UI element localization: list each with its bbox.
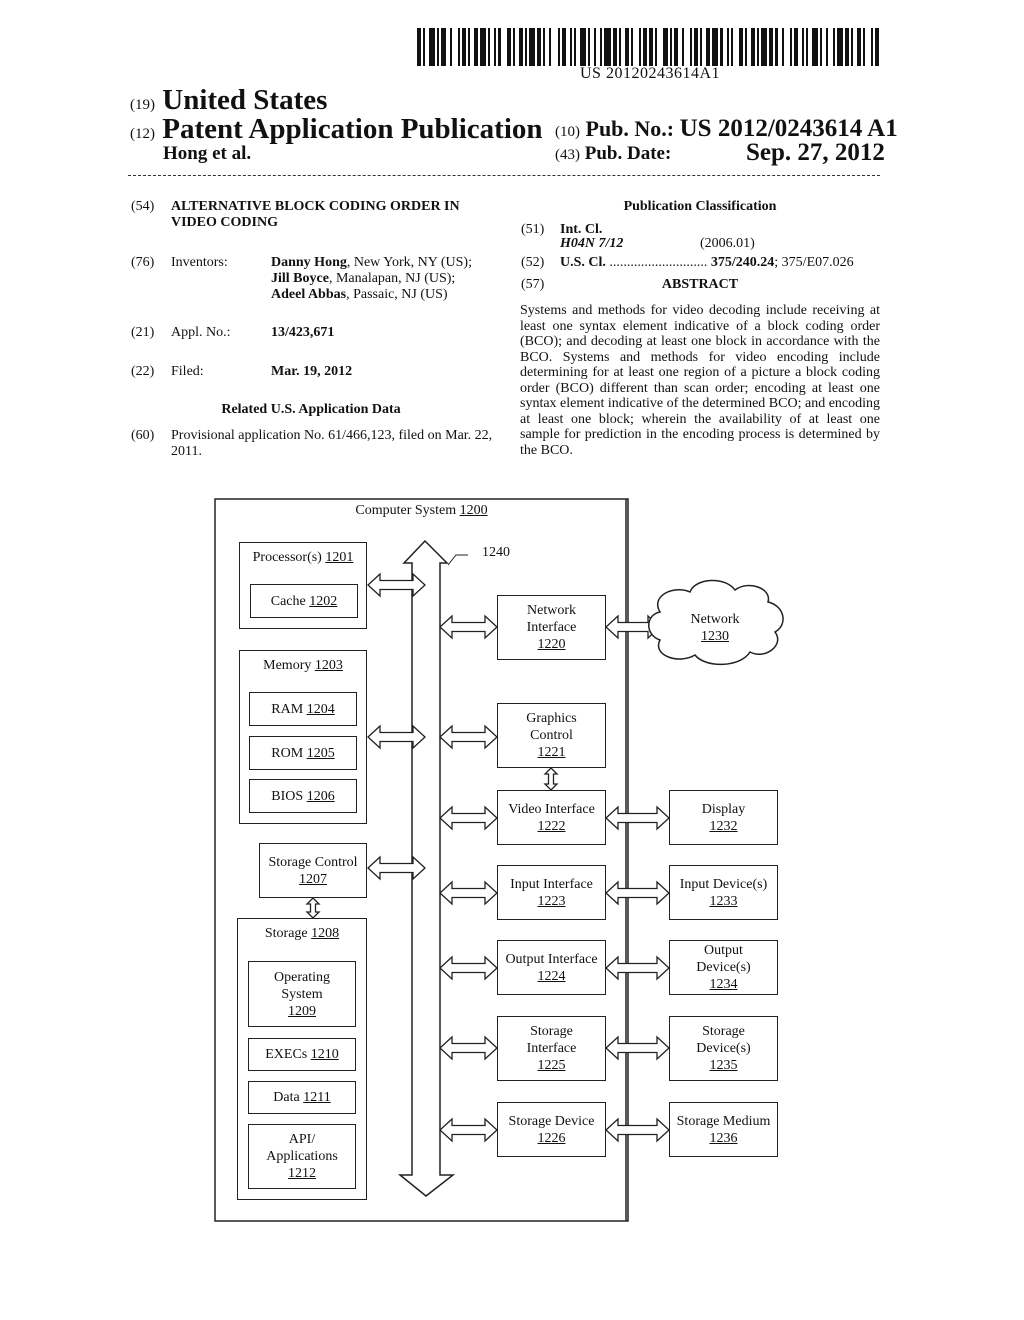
operating-system-box: Operating System 1209 [248, 961, 356, 1027]
execs-box: EXECs 1210 [248, 1038, 356, 1071]
network-label: Network 1230 [690, 612, 740, 644]
display-box: Display 1232 [669, 790, 778, 845]
processor-bus-arrow [367, 572, 426, 598]
input-devices-box: Input Device(s) 1233 [669, 865, 778, 920]
memory-bus-arrow [367, 724, 426, 750]
storage-medium-link-arrow [605, 1117, 670, 1143]
bus-leader-line [447, 554, 468, 566]
network-interface-bus-arrow [439, 614, 498, 640]
storage-control-box: Storage Control 1207 [259, 843, 367, 898]
storage-control-bus-arrow [367, 855, 426, 881]
input-devices-link-arrow [605, 880, 670, 906]
bios-box: BIOS 1206 [249, 779, 357, 813]
input-interface-box: Input Interface 1223 [497, 865, 606, 920]
storage-interface-bus-arrow [439, 1035, 498, 1061]
graphics-video-arrow [543, 767, 559, 791]
video-interface-box: Video Interface 1222 [497, 790, 606, 845]
ram-box: RAM 1204 [249, 692, 357, 726]
storage-label: Storage 1208 [264, 926, 340, 941]
memory-label: Memory 1203 [263, 658, 343, 673]
api-applications-box: API/Applications 1212 [248, 1124, 356, 1189]
cache-box: Cache 1202 [250, 584, 358, 618]
processor-label: Processor(s) 1201 [252, 550, 354, 565]
storage-interface-box: Storage Interface 1225 [497, 1016, 606, 1081]
graphics-control-box: Graphics Control 1221 [497, 703, 606, 768]
display-link-arrow [605, 805, 670, 831]
storage-devices-link-arrow [605, 1035, 670, 1061]
storage-device-box: Storage Device 1226 [497, 1102, 606, 1157]
graphics-control-bus-arrow [439, 724, 498, 750]
network-interface-box: Network Interface 1220 [497, 595, 606, 660]
data-box: Data 1211 [248, 1081, 356, 1114]
storage-devices-box: Storage Device(s) 1235 [669, 1016, 778, 1081]
storage-control-storage-arrow [305, 897, 321, 919]
output-interface-bus-arrow [439, 955, 498, 981]
output-devices-link-arrow [605, 955, 670, 981]
storage-medium-box: Storage Medium 1236 [669, 1102, 778, 1157]
figure-diagram: Computer System 1200 1240 Processor(s) 1… [0, 0, 1024, 1320]
output-interface-box: Output Interface 1224 [497, 940, 606, 995]
output-devices-box: Output Device(s) 1234 [669, 940, 778, 995]
bus-label: 1240 [482, 545, 510, 560]
storage-device-bus-arrow [439, 1117, 498, 1143]
video-interface-bus-arrow [439, 805, 498, 831]
rom-box: ROM 1205 [249, 736, 357, 770]
computer-system-label: Computer System 1200 [355, 503, 488, 518]
input-interface-bus-arrow [439, 880, 498, 906]
